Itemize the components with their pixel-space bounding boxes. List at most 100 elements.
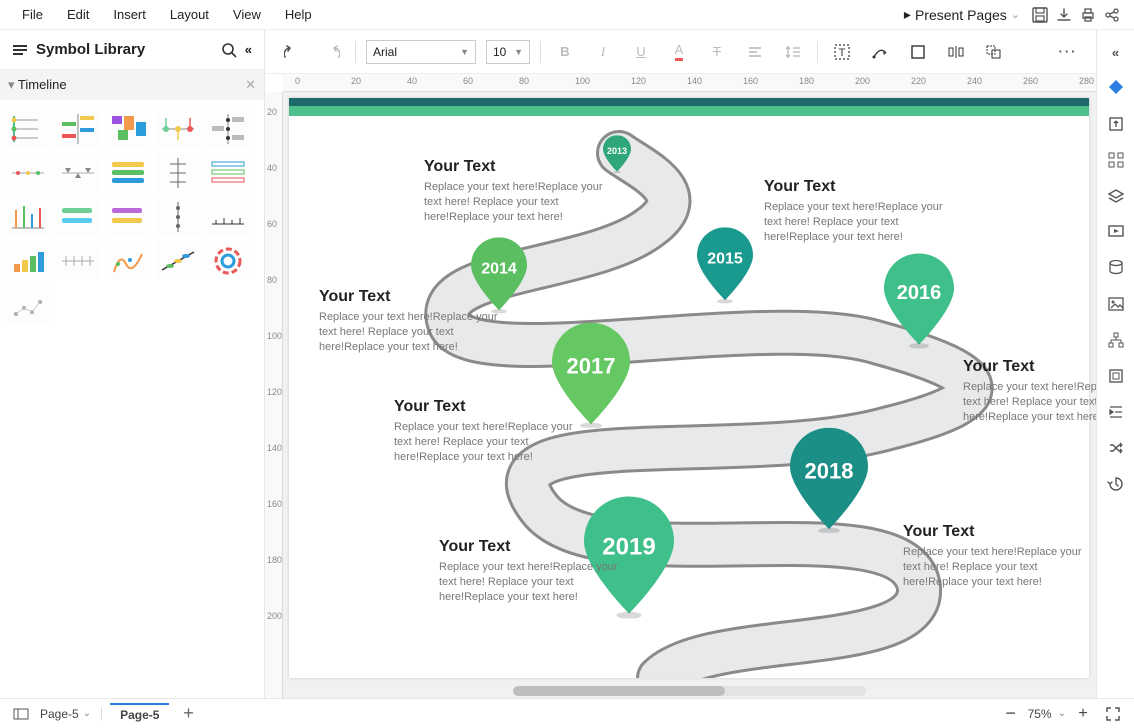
theme-icon[interactable] <box>1101 72 1131 104</box>
symbol-thumb[interactable] <box>56 154 100 192</box>
underline-button[interactable]: U <box>627 38 655 66</box>
slideshow-icon[interactable] <box>1101 216 1131 248</box>
connector-button[interactable] <box>866 38 894 66</box>
save-icon[interactable] <box>1028 3 1052 27</box>
redo-button[interactable] <box>317 38 345 66</box>
shape-outline-button[interactable] <box>904 38 932 66</box>
menu-help[interactable]: Help <box>273 3 324 26</box>
symbol-thumb[interactable] <box>156 110 200 148</box>
chevron-down-icon: ▼ <box>514 47 523 57</box>
symbol-thumb[interactable] <box>6 242 50 280</box>
line-spacing-button[interactable] <box>779 38 807 66</box>
symbol-thumb[interactable] <box>156 154 200 192</box>
align-button[interactable] <box>741 38 769 66</box>
page-canvas[interactable]: 2013201420152016201720182019Your TextRep… <box>289 98 1089 678</box>
export-icon[interactable] <box>1101 108 1131 140</box>
menu-layout[interactable]: Layout <box>158 3 221 26</box>
search-icon[interactable] <box>221 42 237 58</box>
download-icon[interactable] <box>1052 3 1076 27</box>
undo-button[interactable] <box>279 38 307 66</box>
symbol-thumb[interactable] <box>6 198 50 236</box>
shuffle-icon[interactable] <box>1101 432 1131 464</box>
canvas-scroll[interactable]: 2013201420152016201720182019Your TextRep… <box>283 92 1096 698</box>
symbol-thumb[interactable] <box>106 110 150 148</box>
timeline-pin[interactable]: 2013 <box>603 135 631 173</box>
symbol-library-panel: Symbol Library « ▾ Timeline ✕ <box>0 30 265 698</box>
timeline-pin[interactable]: 2018 <box>790 428 868 533</box>
symbol-thumb[interactable] <box>106 198 150 236</box>
symbol-thumb[interactable] <box>106 242 150 280</box>
vertical-ruler: 20406080100120140160180200 <box>265 92 283 698</box>
outline-view-icon[interactable] <box>10 703 32 725</box>
zoom-value: 75% <box>1028 707 1052 721</box>
zoom-out-button[interactable]: − <box>1000 703 1022 725</box>
text-block[interactable]: Your TextReplace your text here!Replace … <box>319 288 499 355</box>
symbol-thumb[interactable] <box>156 198 200 236</box>
page-tab[interactable]: Page-5 <box>110 703 169 725</box>
symbol-thumb[interactable] <box>56 198 100 236</box>
library-title: Symbol Library <box>36 41 213 58</box>
symbol-thumb[interactable] <box>6 154 50 192</box>
symbol-thumb[interactable] <box>206 110 250 148</box>
timeline-pin[interactable]: 2015 <box>697 227 753 303</box>
history-icon[interactable] <box>1101 468 1131 500</box>
play-icon: ▸ <box>904 6 911 23</box>
italic-button[interactable]: I <box>589 38 617 66</box>
indent-icon[interactable] <box>1101 396 1131 428</box>
symbol-thumb[interactable] <box>56 110 100 148</box>
image-icon[interactable] <box>1101 288 1131 320</box>
horizontal-ruler: 020406080100120140160180200220240260280 <box>283 74 1096 92</box>
horizontal-scrollbar[interactable] <box>513 686 866 696</box>
expand-rail-icon[interactable]: « <box>1101 36 1131 68</box>
menu-file[interactable]: File <box>10 3 55 26</box>
scrollbar-thumb[interactable] <box>513 686 725 696</box>
print-icon[interactable] <box>1076 3 1100 27</box>
chevron-down-icon: ⌄ <box>1058 708 1066 719</box>
text-block[interactable]: Your TextReplace your text here!Replace … <box>439 538 619 605</box>
layers-icon[interactable] <box>1101 180 1131 212</box>
close-icon[interactable]: ✕ <box>245 77 256 93</box>
menu-insert[interactable]: Insert <box>101 3 158 26</box>
chevron-down-icon: ⌄ <box>1011 8 1020 21</box>
data-icon[interactable] <box>1101 252 1131 284</box>
menu-edit[interactable]: Edit <box>55 3 101 26</box>
frame-icon[interactable] <box>1101 360 1131 392</box>
symbol-thumb[interactable] <box>56 242 100 280</box>
symbol-thumb[interactable] <box>206 198 250 236</box>
status-bar: Page-5 ⌄ Page-5 + − 75% ⌄ + <box>0 698 1134 728</box>
distribute-button[interactable] <box>942 38 970 66</box>
strike-button[interactable]: T <box>703 38 731 66</box>
group-button[interactable] <box>980 38 1008 66</box>
text-block[interactable]: Your TextReplace your text here!Replace … <box>903 523 1083 590</box>
timeline-section-header[interactable]: ▾ Timeline ✕ <box>0 70 264 100</box>
share-icon[interactable] <box>1100 3 1124 27</box>
text-block[interactable]: Your TextReplace your text here!Replace … <box>764 178 944 245</box>
text-block[interactable]: Your TextReplace your text here!Replace … <box>394 398 574 465</box>
grid-icon[interactable] <box>1101 144 1131 176</box>
zoom-in-button[interactable]: + <box>1072 703 1094 725</box>
bold-button[interactable]: B <box>551 38 579 66</box>
right-tool-rail: « <box>1096 30 1134 698</box>
text-block[interactable]: Your TextReplace your text here!Replace … <box>424 158 604 225</box>
symbol-thumb[interactable] <box>206 242 250 280</box>
symbol-thumb[interactable] <box>156 242 200 280</box>
symbol-thumb[interactable] <box>206 154 250 192</box>
more-button[interactable]: ··· <box>1054 38 1082 66</box>
symbol-thumb[interactable] <box>6 286 50 324</box>
symbol-thumb[interactable] <box>106 154 150 192</box>
font-select[interactable]: Arial▼ <box>366 40 476 64</box>
sitemap-icon[interactable] <box>1101 324 1131 356</box>
text-block[interactable]: Your TextReplace your text here!Replace … <box>963 358 1096 425</box>
symbol-thumb[interactable] <box>6 110 50 148</box>
text-tool-button[interactable]: T <box>828 38 856 66</box>
present-pages-button[interactable]: ▸ Present Pages ⌄ <box>896 2 1028 27</box>
collapse-panel-icon[interactable]: « <box>245 42 252 57</box>
timeline-pin[interactable]: 2016 <box>884 254 954 349</box>
add-page-button[interactable]: + <box>177 703 199 725</box>
size-value: 10 <box>493 45 506 59</box>
menu-view[interactable]: View <box>221 3 273 26</box>
fullscreen-icon[interactable] <box>1102 703 1124 725</box>
page-select[interactable]: Page-5 <box>40 707 79 721</box>
text-color-button[interactable]: A <box>665 38 693 66</box>
font-size-select[interactable]: 10 ▼ <box>486 40 530 64</box>
